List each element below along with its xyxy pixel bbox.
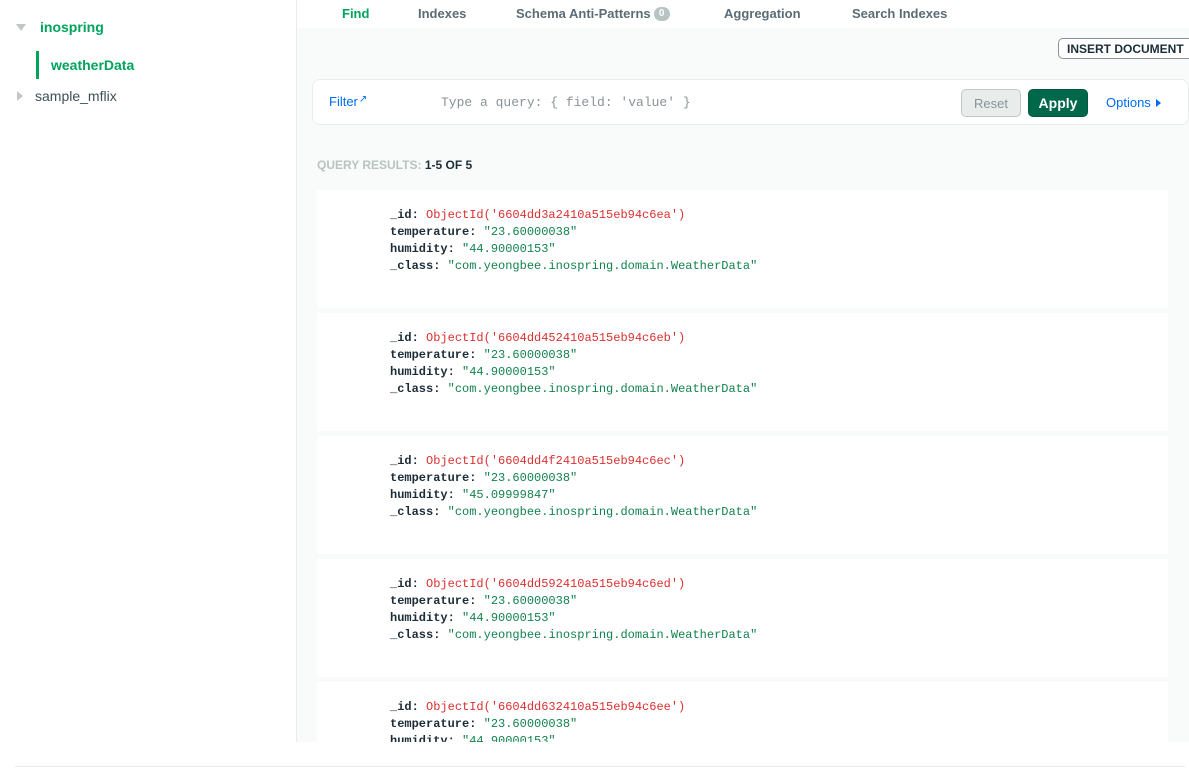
field-key: temperature:	[390, 717, 477, 731]
tab-search-indexes[interactable]: Search Indexes	[852, 6, 947, 21]
field-key: _id:	[390, 331, 419, 345]
field-value: ObjectId('6604dd4f2410a515eb94c6ec')	[426, 454, 686, 468]
tab-schema-anti-patterns[interactable]: Schema Anti-Patterns 0	[516, 6, 670, 21]
tab-aggregation[interactable]: Aggregation	[724, 6, 801, 21]
field-humidity: humidity: "44.90000153"	[390, 242, 556, 256]
field-key: temperature:	[390, 348, 477, 362]
field-class: _class: "com.yeongbee.inospring.domain.W…	[390, 259, 757, 273]
field-value: "45.09999847"	[462, 488, 556, 502]
field-key: _id:	[390, 700, 419, 714]
field-key: _class:	[390, 259, 441, 273]
field-key: humidity:	[390, 365, 455, 379]
options-label: Options	[1106, 95, 1151, 110]
field-value: "com.yeongbee.inospring.domain.WeatherDa…	[447, 505, 758, 519]
field-key: humidity:	[390, 488, 455, 502]
field-value: "44.90000153"	[462, 734, 556, 742]
field-value: "23.60000038"	[483, 471, 578, 485]
field-value: "23.60000038"	[483, 348, 578, 362]
sidebar: inospring weatherData sample_mflix	[0, 0, 297, 742]
field-key: _id:	[390, 208, 419, 222]
main-panel: Find Indexes Schema Anti-Patterns 0 Aggr…	[297, 0, 1189, 742]
field-value: "44.90000153"	[462, 611, 556, 625]
query-results-summary: QUERY RESULTS: 1-5 OF 5	[317, 158, 472, 172]
apply-button[interactable]: Apply	[1028, 89, 1088, 117]
field-key: temperature:	[390, 594, 477, 608]
field-value: "23.60000038"	[483, 717, 578, 731]
field-key: _class:	[390, 382, 441, 396]
sidebar-db-sample-mflix[interactable]: sample_mflix	[0, 85, 280, 109]
field-temperature: temperature: "23.60000038"	[390, 594, 577, 608]
collection-tabs: Find Indexes Schema Anti-Patterns 0 Aggr…	[297, 0, 1189, 28]
tab-label: Search Indexes	[852, 6, 948, 21]
field-class: _class: "com.yeongbee.inospring.domain.W…	[390, 628, 757, 642]
tab-label: Aggregation	[724, 6, 801, 21]
field-id: _id: ObjectId('6604dd632410a515eb94c6ee'…	[390, 700, 685, 714]
field-id: _id: ObjectId('6604dd592410a515eb94c6ed'…	[390, 577, 685, 591]
field-humidity: humidity: "44.90000153"	[390, 611, 556, 625]
field-class: _class: "com.yeongbee.inospring.domain.W…	[390, 505, 757, 519]
caret-right-icon[interactable]	[17, 91, 23, 101]
field-key: humidity:	[390, 242, 455, 256]
filter-label: Filter	[329, 94, 358, 109]
tab-label: Indexes	[418, 6, 467, 21]
field-value: "23.60000038"	[483, 594, 578, 608]
field-value: ObjectId('6604dd632410a515eb94c6ee')	[426, 700, 686, 714]
field-value: "com.yeongbee.inospring.domain.WeatherDa…	[447, 628, 758, 642]
sidebar-db-inospring[interactable]: inospring	[0, 16, 280, 40]
document-card[interactable]: _id: ObjectId('6604dd592410a515eb94c6ed'…	[317, 559, 1168, 677]
field-id: _id: ObjectId('6604dd4f2410a515eb94c6ec'…	[390, 454, 685, 468]
field-key: _id:	[390, 577, 419, 591]
field-key: _class:	[390, 505, 441, 519]
field-value: "44.90000153"	[462, 365, 556, 379]
sidebar-collection-weatherdata[interactable]: weatherData	[36, 51, 276, 79]
field-value: "com.yeongbee.inospring.domain.WeatherDa…	[447, 259, 758, 273]
document-card[interactable]: _id: ObjectId('6604dd452410a515eb94c6eb'…	[317, 313, 1168, 431]
field-key: humidity:	[390, 734, 455, 742]
field-value: ObjectId('6604dd592410a515eb94c6ed')	[426, 577, 686, 591]
db-label: sample_mflix	[35, 88, 117, 104]
caret-down-icon[interactable]	[16, 24, 26, 31]
field-temperature: temperature: "23.60000038"	[390, 225, 577, 239]
field-class: _class: "com.yeongbee.inospring.domain.W…	[390, 382, 757, 396]
field-humidity: humidity: "44.90000153"	[390, 734, 556, 742]
field-key: temperature:	[390, 471, 477, 485]
field-value: "23.60000038"	[483, 225, 578, 239]
reset-button[interactable]: Reset	[961, 89, 1021, 117]
tab-find[interactable]: Find	[342, 6, 369, 21]
count-badge: 0	[653, 6, 670, 21]
query-input[interactable]	[441, 90, 951, 114]
insert-document-button[interactable]: INSERT DOCUMENT	[1058, 38, 1189, 59]
field-key: temperature:	[390, 225, 477, 239]
field-key: _class:	[390, 628, 441, 642]
field-value: ObjectId('6604dd452410a515eb94c6eb')	[426, 331, 686, 345]
document-card[interactable]: _id: ObjectId('6604dd3a2410a515eb94c6ea'…	[317, 190, 1168, 308]
field-temperature: temperature: "23.60000038"	[390, 471, 577, 485]
results-count: 1-5 OF 5	[424, 158, 473, 172]
collection-label: weatherData	[51, 57, 135, 73]
field-value: "44.90000153"	[462, 242, 556, 256]
document-card[interactable]: _id: ObjectId('6604dd4f2410a515eb94c6ec'…	[317, 436, 1168, 554]
external-link-icon: ↗	[358, 94, 368, 105]
field-key: _id:	[390, 454, 419, 468]
field-id: _id: ObjectId('6604dd452410a515eb94c6eb'…	[390, 331, 685, 345]
caret-right-icon	[1155, 98, 1161, 107]
field-id: _id: ObjectId('6604dd3a2410a515eb94c6ea'…	[390, 208, 685, 222]
tab-indexes[interactable]: Indexes	[418, 6, 466, 21]
db-label: inospring	[40, 19, 104, 35]
divider	[15, 766, 1185, 767]
field-temperature: temperature: "23.60000038"	[390, 348, 577, 362]
field-value: ObjectId('6604dd3a2410a515eb94c6ea')	[426, 208, 686, 222]
field-temperature: temperature: "23.60000038"	[390, 717, 577, 731]
query-bar: Filter↗ Reset Apply Options	[312, 79, 1189, 125]
field-value: "com.yeongbee.inospring.domain.WeatherDa…	[447, 382, 758, 396]
document-card[interactable]: _id: ObjectId('6604dd632410a515eb94c6ee'…	[317, 682, 1168, 742]
tab-label: Schema Anti-Patterns	[516, 6, 651, 21]
options-toggle[interactable]: Options	[1106, 95, 1161, 110]
field-humidity: humidity: "45.09999847"	[390, 488, 556, 502]
field-humidity: humidity: "44.90000153"	[390, 365, 556, 379]
filter-link[interactable]: Filter↗	[329, 94, 367, 109]
results-label: QUERY RESULTS:	[317, 158, 422, 172]
tab-label: Find	[342, 6, 370, 21]
field-key: humidity:	[390, 611, 455, 625]
